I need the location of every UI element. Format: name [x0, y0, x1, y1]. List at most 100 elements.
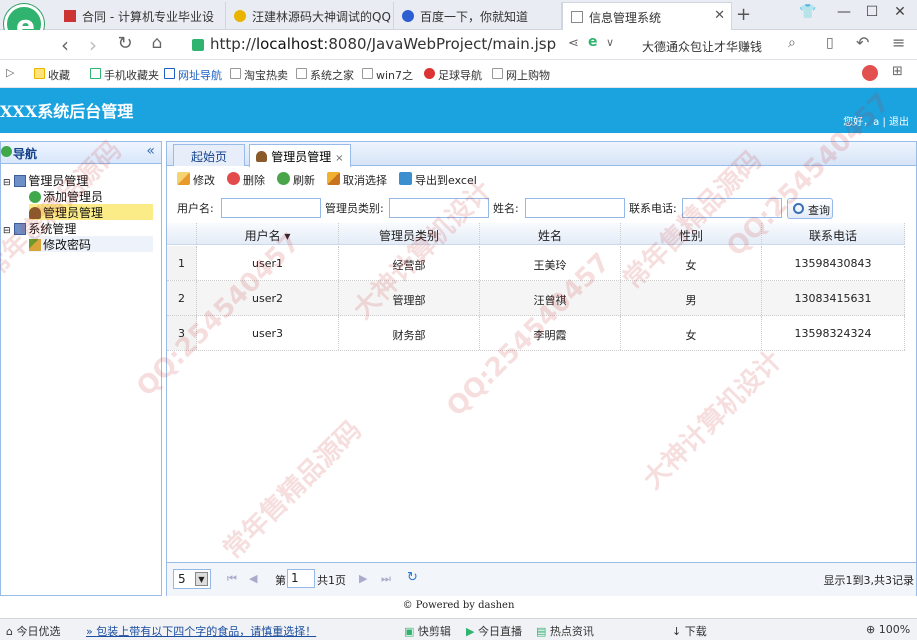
- pencil-icon: [29, 239, 41, 251]
- pencil-icon: [177, 172, 190, 185]
- page-number-input[interactable]: 1: [287, 569, 315, 588]
- table-row[interactable]: 2 user2 管理部 汪曾祺 男 13083415631: [167, 281, 905, 316]
- header-name[interactable]: 姓名: [480, 223, 621, 244]
- pagination-bar: 5 ▼ ⏮ ◀ 第 1 共1页 ▶ ⏭ ↻ 显示1到3,共3记录: [167, 562, 916, 596]
- header-gender[interactable]: 性别: [621, 223, 762, 244]
- search-suggestion[interactable]: 大德通众包让才华赚钱: [642, 38, 762, 55]
- tab-home[interactable]: 起始页: [173, 144, 245, 166]
- table-row[interactable]: 1 user1 经营部 王美玲 女 13598430843: [167, 246, 905, 281]
- url-input[interactable]: http://localhost:8080/JavaWebProject/mai…: [188, 34, 628, 56]
- reload-icon[interactable]: ↻: [114, 33, 136, 54]
- cell-phone: 13598430843: [762, 246, 905, 280]
- welcome-logout[interactable]: 您好，a | 退出: [843, 113, 909, 128]
- bookmark-item[interactable]: 收藏: [34, 67, 70, 83]
- admin-type-input[interactable]: [389, 198, 489, 218]
- header-phone[interactable]: 联系电话: [762, 223, 905, 244]
- header-admin-type[interactable]: 管理员类别: [339, 223, 480, 244]
- zoom-level[interactable]: ⊕ 100%: [866, 623, 910, 636]
- browser-tab[interactable]: 合同 - 计算机专业毕业设: [56, 2, 226, 30]
- first-page-icon[interactable]: ⏮: [227, 572, 237, 586]
- share-icon[interactable]: ⋖: [568, 36, 579, 51]
- user-icon: [256, 151, 268, 162]
- download-button[interactable]: ↓ 下载: [672, 623, 707, 639]
- home-icon[interactable]: ⌂: [146, 33, 168, 53]
- close-window-icon[interactable]: ✕: [890, 4, 910, 20]
- undo-icon[interactable]: ↶: [856, 33, 869, 52]
- query-button[interactable]: 查询: [787, 198, 833, 219]
- status-item[interactable]: ▣ 快剪辑: [404, 623, 451, 639]
- status-left[interactable]: ⌂ 今日优选: [6, 623, 60, 639]
- tree-item-change-password[interactable]: 修改密码: [29, 236, 153, 252]
- phone-icon[interactable]: ▯: [826, 35, 834, 51]
- news-link[interactable]: » 包装上带有以下四个字的食品，请慎重选择！: [86, 623, 316, 639]
- page-icon: [492, 68, 503, 79]
- engine-icon[interactable]: e: [588, 34, 598, 50]
- shirt-icon[interactable]: 👕: [798, 4, 818, 20]
- cell-username: user3: [197, 316, 339, 350]
- bookmark-item[interactable]: win7之: [362, 67, 413, 83]
- nav-panel: 导航 « ⊟ 管理员管理 添加管理员 管理员管理 ⊟ 系统管理 修改密码: [0, 141, 162, 596]
- username-input[interactable]: [221, 198, 321, 218]
- status-item[interactable]: ▶ 今日直播: [466, 623, 522, 639]
- apps-grid-icon[interactable]: ⊞: [892, 64, 903, 79]
- add-icon: [29, 191, 41, 203]
- close-icon[interactable]: ×: [335, 153, 343, 164]
- browser-tab[interactable]: 百度一下，你就知道: [394, 2, 562, 30]
- refresh-button[interactable]: 刷新: [277, 172, 315, 188]
- next-page-icon[interactable]: ▶: [359, 572, 367, 585]
- tree-toggle-icon[interactable]: ⊟: [3, 226, 11, 236]
- footer-text: © Powered by dashen: [402, 600, 515, 611]
- back-icon[interactable]: ‹: [54, 33, 76, 57]
- name-input[interactable]: [525, 198, 625, 218]
- globe-icon: [1, 146, 12, 157]
- maximize-icon[interactable]: ☐: [862, 4, 882, 20]
- header-username[interactable]: 用户名 ▾: [197, 223, 339, 244]
- computer-icon: [14, 175, 27, 187]
- tree-item-admin-manage[interactable]: 管理员管理: [29, 204, 153, 220]
- bookmark-item[interactable]: 系统之家: [296, 67, 354, 83]
- table-row[interactable]: 3 user3 财务部 李明霞 女 13598324324: [167, 316, 905, 351]
- tree-group-system[interactable]: ⊟ 系统管理: [3, 220, 161, 236]
- delete-button[interactable]: 删除: [227, 172, 265, 188]
- nav-header: 导航 «: [1, 142, 161, 164]
- sidebar-toggle-icon[interactable]: ▷: [6, 66, 14, 79]
- app-title: XXX系统后台管理: [0, 102, 134, 121]
- bookmark-item[interactable]: 网址导航: [164, 67, 222, 83]
- close-tab-icon[interactable]: ✕: [714, 8, 725, 23]
- bookmark-item[interactable]: 足球导航: [424, 67, 482, 83]
- unselect-button[interactable]: 取消选择: [327, 172, 387, 188]
- browser-tab[interactable]: 汪建林源码大神调试的QQ: [226, 2, 394, 30]
- tab-label: 管理员管理: [271, 150, 332, 164]
- export-excel-button[interactable]: 导出到excel: [399, 172, 477, 188]
- search-icon[interactable]: ⌕: [788, 35, 796, 51]
- tree-item-add-admin[interactable]: 添加管理员: [29, 188, 159, 204]
- minimize-icon[interactable]: —: [834, 4, 854, 20]
- page-size-select[interactable]: 5 ▼: [173, 569, 211, 589]
- chevron-down-icon[interactable]: ▼: [195, 572, 208, 586]
- prev-page-icon[interactable]: ◀: [249, 572, 257, 585]
- bookmark-item[interactable]: 淘宝热卖: [230, 67, 288, 83]
- tree-group-admin[interactable]: ⊟ 管理员管理: [3, 172, 161, 188]
- refresh-icon[interactable]: ↻: [407, 570, 418, 585]
- bookmark-item[interactable]: 网上购物: [492, 67, 550, 83]
- collapse-icon[interactable]: «: [146, 143, 155, 159]
- status-item[interactable]: ▤ 热点资讯: [536, 623, 594, 639]
- tree-toggle-icon[interactable]: ⊟: [3, 178, 11, 188]
- phone-input[interactable]: [682, 198, 782, 218]
- cell-username: user1: [197, 246, 339, 280]
- menu-icon[interactable]: ≡: [892, 33, 905, 52]
- last-page-icon[interactable]: ⏭: [381, 572, 391, 586]
- cell-phone: 13598324324: [762, 316, 905, 350]
- forward-icon[interactable]: ›: [82, 33, 104, 57]
- cell-gender: 男: [621, 281, 762, 315]
- edit-button[interactable]: 修改: [177, 172, 215, 188]
- avatar-icon[interactable]: [862, 65, 878, 81]
- bookmark-item[interactable]: 手机收藏夹: [90, 67, 159, 83]
- tab-admin-manage[interactable]: 管理员管理 ×: [249, 144, 351, 167]
- document-icon: [64, 10, 76, 22]
- new-tab-button[interactable]: +: [736, 4, 751, 25]
- browser-tab-active[interactable]: 信息管理系统 ✕: [562, 2, 732, 30]
- chevron-down-icon[interactable]: ∨: [606, 36, 614, 49]
- records-summary: 显示1到3,共3记录: [823, 574, 915, 587]
- baidu-paw-icon: [402, 10, 414, 22]
